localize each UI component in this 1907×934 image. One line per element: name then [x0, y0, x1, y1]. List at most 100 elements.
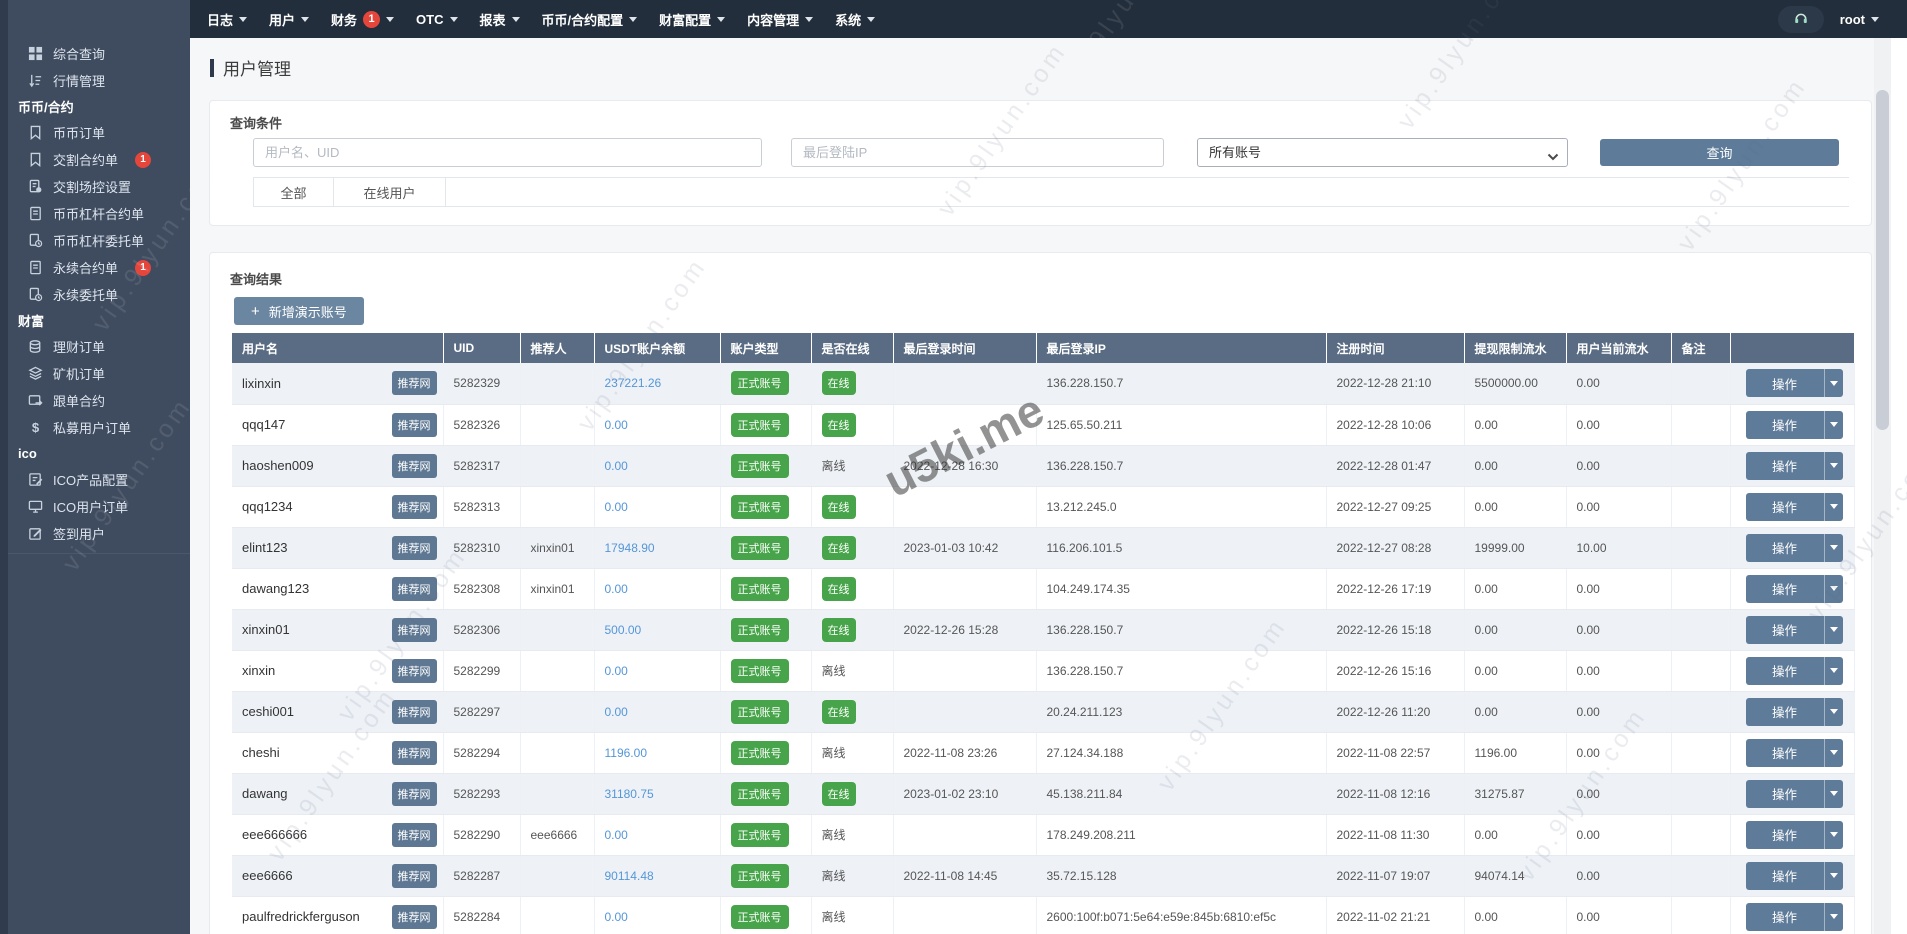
user-menu[interactable]: root	[1840, 12, 1879, 27]
account-type-select[interactable]: 所有账号	[1197, 138, 1568, 167]
chevron-down-icon	[1829, 545, 1838, 554]
action-split-button[interactable]: 操作	[1745, 656, 1843, 685]
action-split-button[interactable]: 操作	[1745, 615, 1843, 644]
table-row: cheshi 推荐网 5282294 1196.00 正式账号 离线 2022-11-08 …	[232, 732, 1855, 774]
action-split-button[interactable]: 操作	[1745, 820, 1843, 849]
balance-link[interactable]: 0.00	[605, 910, 628, 924]
referrer-net-badge[interactable]: 推荐网	[391, 658, 437, 683]
action-dropdown-toggle[interactable]	[1823, 410, 1843, 439]
balance-link[interactable]: 0.00	[605, 459, 628, 473]
nav-item-coin-contract-config[interactable]: 币币/合约配置	[531, 0, 649, 38]
last-login-ip-input[interactable]	[791, 138, 1164, 167]
nav-item-otc[interactable]: OTC	[405, 0, 468, 38]
nav-item-logs[interactable]: 日志	[196, 0, 258, 38]
cell-last-login-ip: 116.206.101.5	[1036, 527, 1327, 569]
action-split-button[interactable]: 操作	[1745, 492, 1843, 521]
balance-link[interactable]: 1196.00	[605, 746, 648, 760]
cell-withdraw-limit-flow: 0.00	[1464, 650, 1567, 692]
action-dropdown-toggle[interactable]	[1823, 697, 1843, 726]
action-dropdown-toggle[interactable]	[1823, 451, 1843, 480]
action-split-button[interactable]: 操作	[1745, 451, 1843, 480]
balance-link[interactable]: 0.00	[605, 828, 628, 842]
action-dropdown-toggle[interactable]	[1823, 533, 1843, 562]
balance-link[interactable]: 0.00	[605, 418, 628, 432]
balance-link[interactable]: 31180.75	[605, 787, 654, 801]
page-scrollbar[interactable]	[1874, 38, 1891, 934]
balance-link[interactable]: 17948.90	[605, 541, 655, 555]
nav-item-system[interactable]: 系统	[824, 0, 886, 38]
action-split-button[interactable]: 操作	[1745, 861, 1843, 890]
add-demo-account-button[interactable]: + 新增演示账号	[234, 297, 364, 325]
search-button[interactable]: 查询	[1600, 139, 1839, 166]
table-row: qqq147 推荐网 5282326 0.00 正式账号 在线 125.65.50.211 2…	[232, 404, 1855, 446]
action-dropdown-toggle[interactable]	[1823, 656, 1843, 685]
referrer-net-badge[interactable]: 推荐网	[391, 576, 437, 601]
sidebar-item-private-fund-orders[interactable]: $ 私募用户订单	[8, 414, 190, 441]
action-dropdown-toggle[interactable]	[1823, 820, 1843, 849]
sidebar-item-overview-query[interactable]: 综合查询	[8, 40, 190, 67]
action-split-button[interactable]: 操作	[1745, 902, 1843, 931]
balance-link[interactable]: 0.00	[605, 582, 628, 596]
referrer-net-badge[interactable]: 推荐网	[391, 822, 437, 847]
sidebar-item-perpetual-entrust-orders[interactable]: 永续委托单	[8, 281, 190, 308]
sidebar-item-ico-product-config[interactable]: ICO产品配置	[8, 466, 190, 493]
action-dropdown-toggle[interactable]	[1823, 861, 1843, 890]
sidebar-item-ico-user-orders[interactable]: ICO用户订单	[8, 493, 190, 520]
action-split-button[interactable]: 操作	[1745, 410, 1843, 439]
referrer-net-badge[interactable]: 推荐网	[391, 904, 437, 929]
sidebar-item-delivery-contract-orders[interactable]: 交割合约单 1	[8, 146, 190, 173]
referrer-net-badge[interactable]: 推荐网	[391, 740, 437, 765]
balance-link[interactable]: 237221.26	[605, 376, 662, 390]
sidebar-item-checkin-users[interactable]: 签到用户	[8, 520, 190, 547]
nav-item-users[interactable]: 用户	[258, 0, 320, 38]
tab-all[interactable]: 全部	[253, 178, 334, 206]
support-button[interactable]	[1777, 5, 1824, 33]
filter-tabs: 全部 在线用户	[253, 177, 1849, 207]
action-dropdown-toggle[interactable]	[1823, 369, 1843, 398]
nav-item-wealth-config[interactable]: 财富配置	[648, 0, 736, 38]
sidebar-item-market-manage[interactable]: 行情管理	[8, 67, 190, 94]
action-dropdown-toggle[interactable]	[1823, 738, 1843, 767]
balance-link[interactable]: 90114.48	[605, 869, 654, 883]
sidebar-item-follow-contract[interactable]: 跟单合约	[8, 387, 190, 414]
action-dropdown-toggle[interactable]	[1823, 574, 1843, 603]
action-dropdown-toggle[interactable]	[1823, 615, 1843, 644]
action-split-button[interactable]: 操作	[1745, 533, 1843, 562]
nav-item-finance[interactable]: 财务 1	[320, 0, 405, 38]
referrer-net-badge[interactable]: 推荐网	[391, 371, 437, 396]
nav-item-content-management[interactable]: 内容管理	[736, 0, 824, 38]
referrer-net-badge[interactable]: 推荐网	[391, 535, 437, 560]
action-dropdown-toggle[interactable]	[1823, 902, 1843, 931]
username-input[interactable]	[253, 138, 762, 167]
sidebar-item-margin-entrust-orders[interactable]: 币币杠杆委托单	[8, 227, 190, 254]
sidebar-item-margin-contract-orders[interactable]: 币币杠杆合约单	[8, 200, 190, 227]
action-split-button[interactable]: 操作	[1745, 779, 1843, 808]
referrer-net-badge[interactable]: 推荐网	[391, 781, 437, 806]
balance-link[interactable]: 500.00	[605, 623, 642, 637]
sidebar-item-perpetual-contract-orders[interactable]: 永续合约单 1	[8, 254, 190, 281]
sidebar-item-coin-orders[interactable]: 币币订单	[8, 119, 190, 146]
sidebar-item-miner-orders[interactable]: 矿机订单	[8, 360, 190, 387]
action-split-button[interactable]: 操作	[1745, 738, 1843, 767]
referrer-net-badge[interactable]: 推荐网	[391, 412, 437, 437]
referrer-net-badge[interactable]: 推荐网	[391, 617, 437, 642]
balance-link[interactable]: 0.00	[605, 500, 628, 514]
scrollbar-thumb[interactable]	[1876, 90, 1889, 430]
action-split-button[interactable]: 操作	[1745, 574, 1843, 603]
action-split-button[interactable]: 操作	[1745, 697, 1843, 726]
referrer-net-badge[interactable]: 推荐网	[391, 453, 437, 478]
referrer-net-badge[interactable]: 推荐网	[391, 699, 437, 724]
action-dropdown-toggle[interactable]	[1823, 779, 1843, 808]
balance-link[interactable]: 0.00	[605, 664, 628, 678]
action-split-button[interactable]: 操作	[1745, 369, 1843, 398]
referrer-net-badge[interactable]: 推荐网	[391, 863, 437, 888]
cell-referrer: eee6666	[520, 814, 595, 856]
balance-link[interactable]: 0.00	[605, 705, 628, 719]
sidebar-item-finance-orders[interactable]: 理财订单	[8, 333, 190, 360]
referrer-net-badge[interactable]: 推荐网	[391, 494, 437, 519]
sidebar-item-delivery-control-settings[interactable]: 交割场控设置	[8, 173, 190, 200]
nav-item-reports[interactable]: 报表	[469, 0, 531, 38]
action-dropdown-toggle[interactable]	[1823, 492, 1843, 521]
tab-online-users[interactable]: 在线用户	[334, 178, 446, 206]
chevron-down-icon	[1829, 463, 1838, 472]
